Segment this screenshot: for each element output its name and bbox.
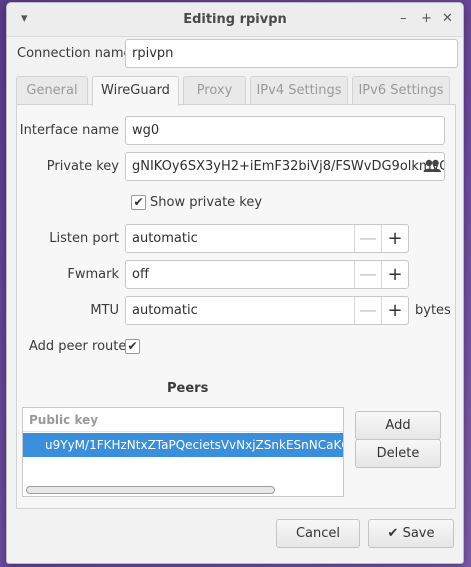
- fwmark-decrement-button[interactable]: —: [354, 261, 381, 288]
- mtu-increment-button[interactable]: +: [381, 297, 408, 324]
- add-peer-button[interactable]: Add: [355, 411, 441, 440]
- checkmark-icon: ✔: [387, 526, 399, 541]
- tab-proxy[interactable]: Proxy: [183, 76, 246, 105]
- save-button[interactable]: ✔ Save: [368, 519, 454, 548]
- list-item[interactable]: u9YyM/1FKHzNtxZTaPQecietsVvNxjZSnkESnNCa…: [23, 433, 343, 457]
- listen-port-stepper[interactable]: automatic — +: [125, 224, 409, 253]
- tab-general[interactable]: General: [16, 76, 88, 105]
- fwmark-label: Fwmark: [67, 267, 119, 282]
- private-key-value: gNIKOy6SX3yH2+iEmF32biVj8/FSWvDG9olkmvC5…: [132, 159, 444, 174]
- tab-wireguard[interactable]: WireGuard: [92, 76, 179, 106]
- private-key-field[interactable]: gNIKOy6SX3yH2+iEmF32biVj8/FSWvDG9olkmvC5…: [125, 152, 445, 181]
- minimize-icon[interactable]: –: [400, 11, 407, 27]
- add-peer-routes-checkbox[interactable]: ✔: [125, 339, 140, 354]
- window-title: Editing rpivpn: [183, 12, 287, 27]
- cancel-button[interactable]: Cancel: [276, 519, 360, 548]
- mtu-unit-label: bytes: [415, 303, 451, 318]
- listen-port-value: automatic: [132, 231, 198, 246]
- mtu-label: MTU: [90, 303, 119, 318]
- show-private-key-checkbox[interactable]: ✔: [131, 195, 146, 210]
- connection-name-label: Connection name: [17, 46, 132, 61]
- dialog-window: ▾ Editing rpivpn – + ✕ Connection name r…: [6, 2, 464, 564]
- peers-heading: Peers: [167, 381, 209, 396]
- interface-name-label: Interface name: [19, 123, 119, 138]
- interface-name-field[interactable]: wg0: [125, 116, 445, 145]
- peers-list[interactable]: Public key u9YyM/1FKHzNtxZTaPQecietsVvNx…: [22, 407, 344, 497]
- title-bar[interactable]: ▾ Editing rpivpn – + ✕: [7, 3, 463, 37]
- show-private-key-label: Show private key: [150, 195, 263, 210]
- fwmark-increment-button[interactable]: +: [381, 261, 408, 288]
- fwmark-value: off: [132, 267, 149, 282]
- close-icon[interactable]: ✕: [442, 11, 453, 27]
- mtu-decrement-button[interactable]: —: [354, 297, 381, 324]
- listen-port-increment-button[interactable]: +: [381, 225, 408, 252]
- mtu-value: automatic: [132, 303, 198, 318]
- public-key-column-header[interactable]: Public key: [23, 408, 343, 432]
- delete-peer-button[interactable]: Delete: [355, 439, 441, 468]
- tab-ipv4-settings[interactable]: IPv4 Settings: [250, 76, 348, 105]
- mtu-stepper[interactable]: automatic — +: [125, 296, 409, 325]
- private-key-label: Private key: [46, 159, 119, 174]
- listen-port-decrement-button[interactable]: —: [354, 225, 381, 252]
- add-peer-routes-label: Add peer routes: [29, 339, 134, 354]
- save-button-label: Save: [402, 526, 435, 541]
- connection-name-field[interactable]: rpivpn: [125, 39, 458, 68]
- maximize-icon[interactable]: +: [421, 11, 432, 27]
- horizontal-scrollbar[interactable]: [26, 486, 275, 494]
- tab-ipv6-settings[interactable]: IPv6 Settings: [352, 76, 450, 105]
- listen-port-label: Listen port: [49, 231, 119, 246]
- fwmark-stepper[interactable]: off — +: [125, 260, 409, 289]
- users-icon[interactable]: [421, 155, 443, 178]
